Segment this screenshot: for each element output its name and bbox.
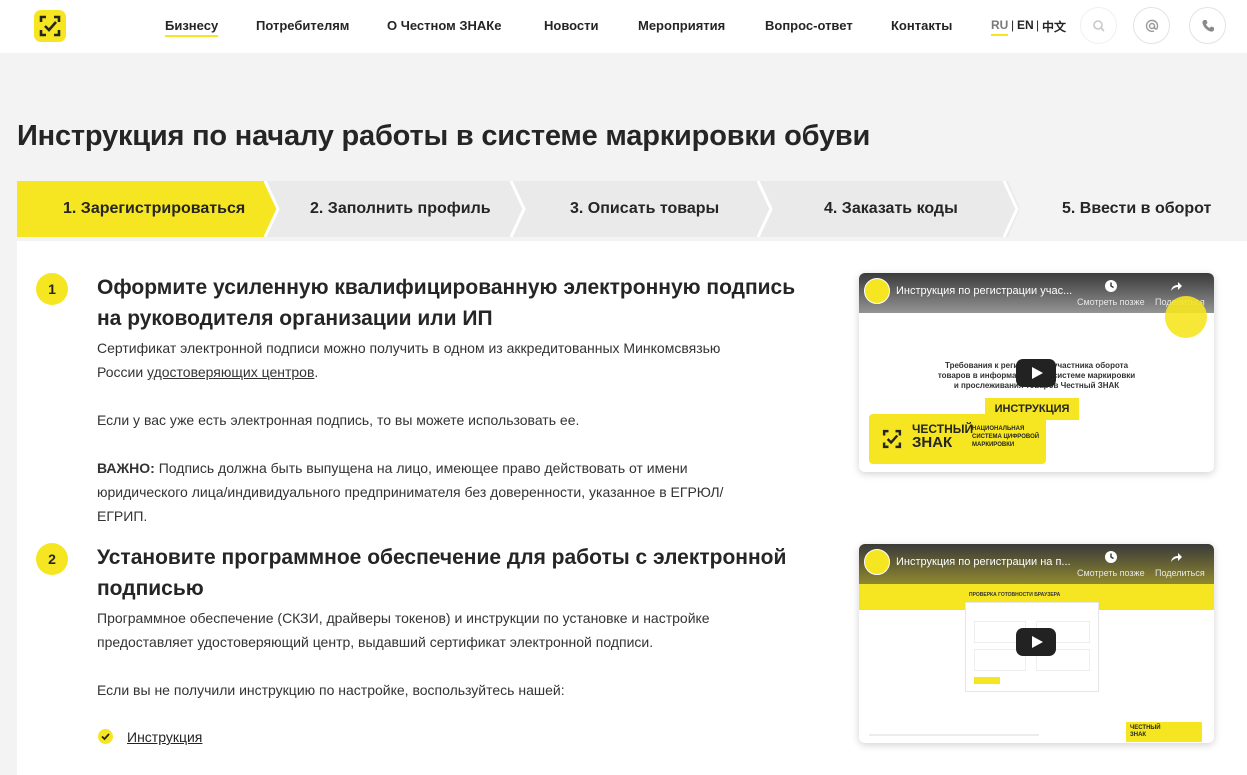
channel-avatar[interactable] bbox=[864, 549, 890, 575]
check-icon bbox=[98, 729, 113, 744]
page-title: Инструкция по началу работы в системе ма… bbox=[17, 120, 871, 152]
video-player[interactable]: Инструкция по регистрации на п... Смотре… bbox=[859, 544, 1214, 743]
lang-separator: | bbox=[1036, 18, 1040, 32]
top-header: Бизнесу Потребителям О Честном ЗНАКе Нов… bbox=[0, 0, 1247, 53]
step-put-into-circulation[interactable]: 5. Ввести в оборот bbox=[1062, 200, 1211, 218]
search-button[interactable] bbox=[1080, 7, 1117, 44]
chestny-znak-logo[interactable] bbox=[34, 10, 66, 42]
step-order-codes[interactable]: 4. Заказать коды bbox=[824, 200, 958, 218]
channel-avatar[interactable] bbox=[864, 278, 890, 304]
play-button[interactable] bbox=[1016, 628, 1056, 656]
video-player[interactable]: Инструкция по регистрации учас... Смотре… bbox=[859, 273, 1214, 472]
nav-news[interactable]: Новости bbox=[544, 18, 599, 33]
lang-ru[interactable]: RU bbox=[991, 18, 1009, 36]
clock-icon[interactable] bbox=[1104, 279, 1118, 293]
lang-separator: | bbox=[1011, 18, 1015, 32]
play-button[interactable] bbox=[1016, 359, 1056, 387]
section-paragraph: Если вы не получили инструкцию по настро… bbox=[97, 682, 565, 698]
share-icon[interactable] bbox=[1169, 550, 1183, 564]
share-label[interactable]: Поделиться bbox=[1155, 568, 1205, 578]
video-title[interactable]: Инструкция по регистрации на п... bbox=[896, 556, 1071, 568]
clock-icon[interactable] bbox=[1104, 550, 1118, 564]
instruction-link[interactable]: Инструкция bbox=[127, 729, 202, 745]
step-describe-goods[interactable]: 3. Описать товары bbox=[570, 200, 719, 218]
video-title[interactable]: Инструкция по регистрации учас... bbox=[896, 285, 1072, 297]
phone-button[interactable] bbox=[1189, 7, 1226, 44]
lang-zh[interactable]: 中文 bbox=[1042, 18, 1066, 35]
nav-business[interactable]: Бизнесу bbox=[165, 18, 219, 37]
section-heading: Оформите усиленную квалифицированную эле… bbox=[97, 276, 796, 330]
watch-later-label[interactable]: Смотреть позже bbox=[1077, 568, 1145, 578]
step-fill-profile[interactable]: 2. Заполнить профиль bbox=[310, 200, 491, 218]
important-note: ВАЖНО: Подпись должна быть выпущена на л… bbox=[97, 460, 724, 524]
at-sign-icon bbox=[1145, 19, 1159, 33]
step-number-badge: 1 bbox=[36, 273, 68, 305]
share-icon[interactable] bbox=[1169, 279, 1183, 293]
brand-banner: ЧЕСТНЫЙ ЗНАК bbox=[1126, 722, 1202, 742]
screen-title: ПРОВЕРКА ГОТОВНОСТИ БРАУЗЕРА bbox=[969, 592, 1061, 598]
watch-later-label[interactable]: Смотреть позже bbox=[1077, 297, 1145, 307]
steps-bar: 1. Зарегистрироваться 2. Заполнить профи… bbox=[17, 181, 1247, 237]
section-paragraph: Сертификат электронной подписи можно пол… bbox=[97, 340, 721, 380]
section-paragraph: Программное обеспечение (СКЗИ, драйверы … bbox=[97, 610, 710, 650]
email-button[interactable] bbox=[1133, 7, 1170, 44]
search-icon bbox=[1093, 20, 1105, 32]
step-register[interactable]: 1. Зарегистрироваться bbox=[63, 200, 245, 218]
nav-about[interactable]: О Честном ЗНАКе bbox=[387, 18, 501, 33]
lang-en[interactable]: EN bbox=[1017, 18, 1034, 32]
step-number-badge: 2 bbox=[36, 543, 68, 575]
instruction-card: 1 Оформите усиленную квалифицированную э… bbox=[17, 241, 1247, 775]
certification-centers-link[interactable]: удостоверяющих центров bbox=[147, 364, 314, 380]
brand-banner: ЧЕСТНЫЙ ЗНАК НАЦИОНАЛЬНАЯ СИСТЕМА ЦИФРОВОЙ… bbox=[869, 414, 1046, 464]
section-heading: Установите программное обеспечение для р… bbox=[97, 546, 787, 600]
nav-contacts[interactable]: Контакты bbox=[891, 18, 952, 33]
brand-mark-icon bbox=[882, 429, 902, 449]
nav-faq[interactable]: Вопрос-ответ bbox=[765, 18, 853, 33]
nav-consumers[interactable]: Потребителям bbox=[256, 18, 349, 33]
nav-events[interactable]: Мероприятия bbox=[638, 18, 725, 33]
corner-logo bbox=[1165, 296, 1207, 338]
section-paragraph: Если у вас уже есть электронная подпись,… bbox=[97, 412, 580, 428]
phone-icon bbox=[1202, 20, 1214, 32]
